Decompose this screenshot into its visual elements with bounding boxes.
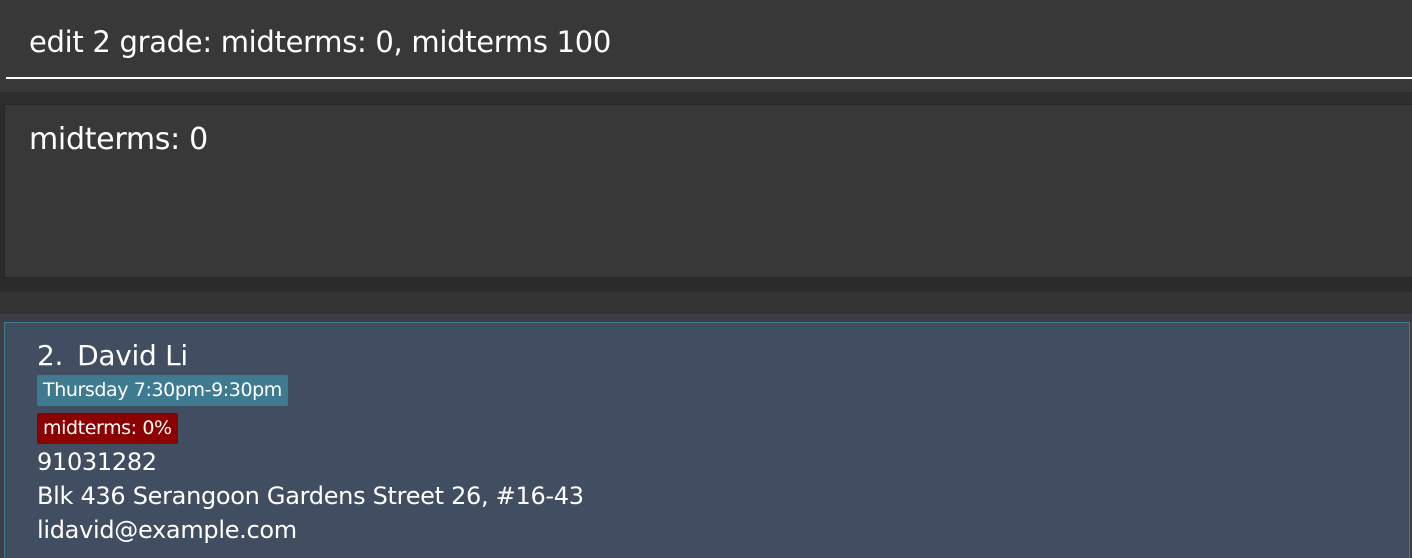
person-name: David Li [77,339,188,372]
result-separator [0,278,1412,292]
command-separator [0,92,1412,104]
app-window: edit 2 grade: midterms: 0, midterms 100 … [0,0,1412,558]
command-box: edit 2 grade: midterms: 0, midterms 100 [0,0,1412,92]
command-input[interactable]: edit 2 grade: midterms: 0, midterms 100 [6,0,1412,79]
command-input-text: edit 2 grade: midterms: 0, midterms 100 [29,25,612,59]
grade-tag: midterms: 0% [37,413,178,444]
result-display[interactable]: midterms: 0 [4,104,1412,278]
result-message: midterms: 0 [29,122,208,157]
schedule-tag: Thursday 7:30pm-9:30pm [37,375,288,406]
person-card[interactable]: 2. David Li Thursday 7:30pm-9:30pm midter… [4,322,1410,558]
person-email: lidavid@example.com [37,516,297,544]
person-address: Blk 436 Serangoon Gardens Street 26, #16… [37,482,584,510]
person-phone: 91031282 [37,448,157,476]
person-name-row: 2. David Li [37,341,188,371]
person-index: 2. [37,339,64,372]
